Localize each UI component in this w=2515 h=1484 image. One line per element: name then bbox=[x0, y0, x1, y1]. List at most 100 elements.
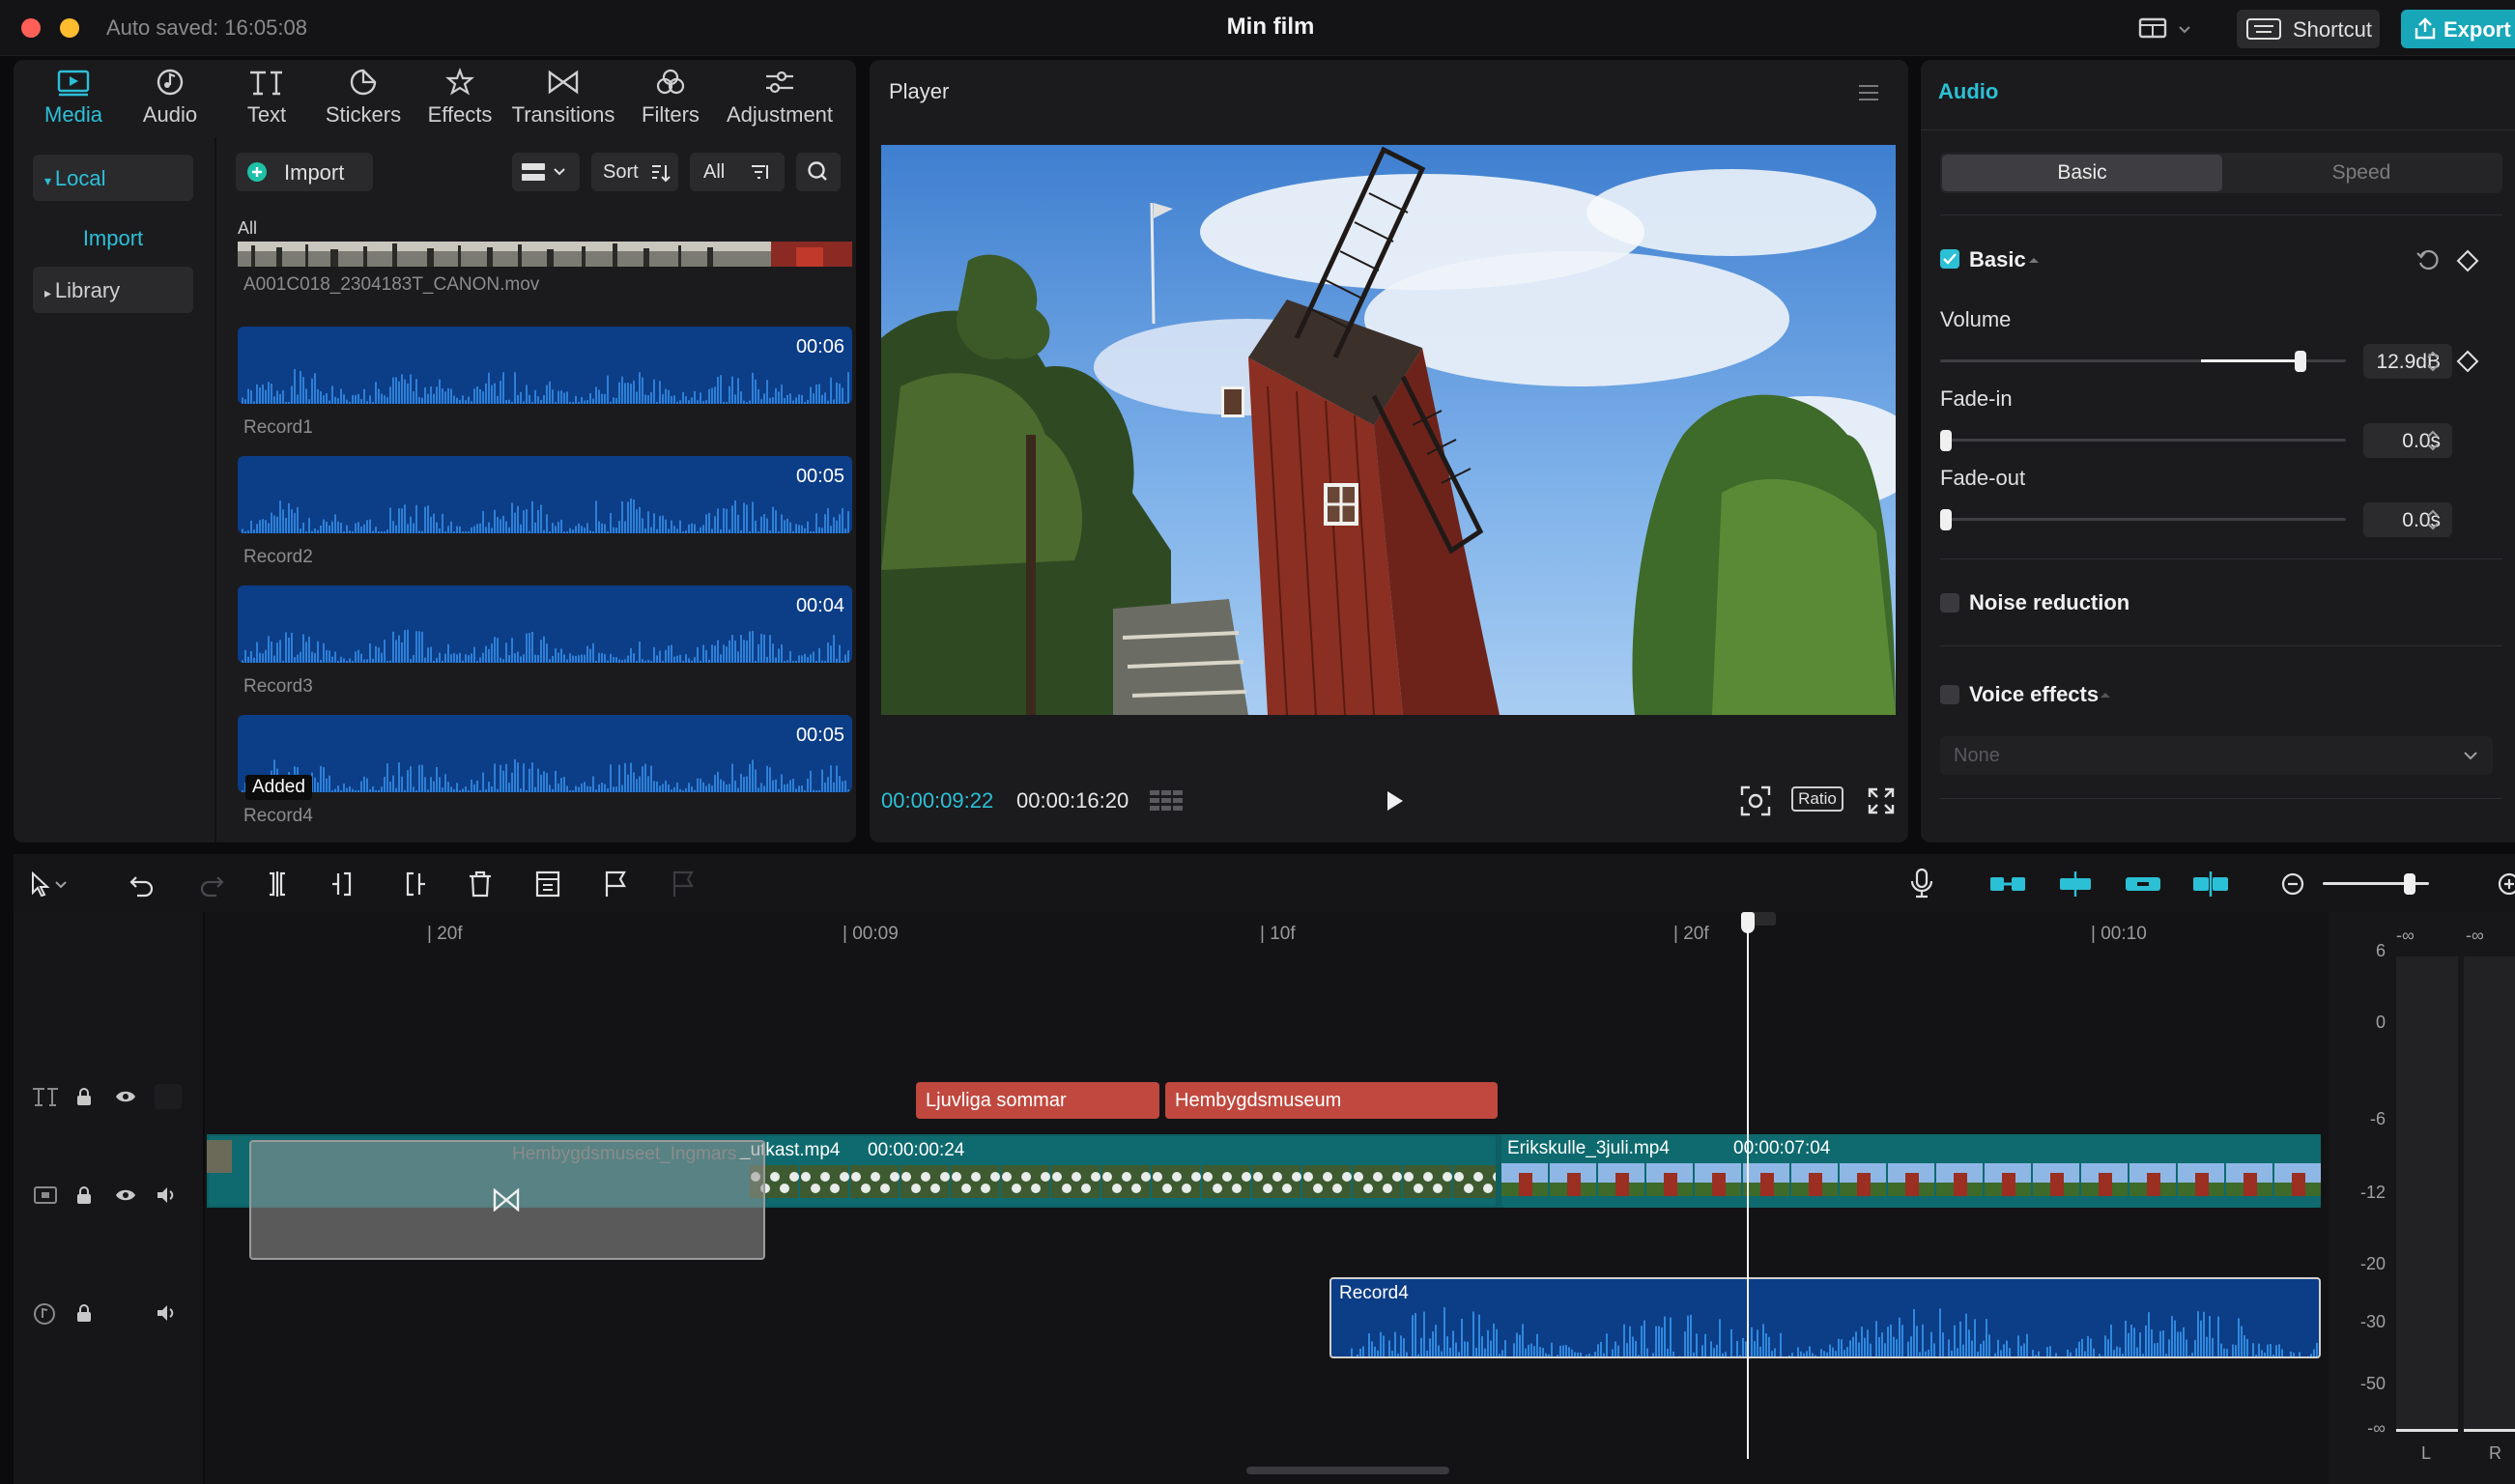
main-track-magnet-button[interactable] bbox=[1988, 870, 2027, 899]
view-mode-button[interactable] bbox=[512, 153, 580, 191]
video-preview[interactable] bbox=[881, 145, 1896, 715]
tab-text[interactable]: Text bbox=[218, 60, 315, 137]
import-button[interactable]: Import bbox=[236, 153, 373, 191]
snap-button[interactable] bbox=[2056, 870, 2095, 899]
tab-adjustment[interactable]: Adjustment bbox=[719, 60, 841, 137]
divider bbox=[1940, 645, 2502, 646]
hide-track-button[interactable] bbox=[114, 1184, 137, 1206]
audio-item-record3[interactable]: 00:04 bbox=[238, 585, 852, 663]
preview-axis-icon bbox=[2193, 871, 2228, 897]
volume-slider[interactable] bbox=[1940, 350, 2346, 373]
tab-filters[interactable]: Filters bbox=[622, 60, 719, 137]
slider-handle[interactable] bbox=[1940, 430, 1952, 451]
noise-reduction-checkbox[interactable] bbox=[1940, 593, 1959, 613]
fade-in-label: Fade-in bbox=[1940, 386, 2013, 411]
filter-button[interactable]: All bbox=[690, 153, 785, 191]
layout-menu-button[interactable] bbox=[2135, 14, 2199, 44]
fade-in-stepper[interactable] bbox=[2421, 423, 2444, 458]
select-tool-button[interactable] bbox=[27, 870, 71, 899]
voice-effect-select[interactable]: None bbox=[1940, 736, 2493, 775]
player-menu-button[interactable] bbox=[1857, 83, 1880, 102]
trim-right-button[interactable] bbox=[398, 870, 427, 899]
sidebar-item-library[interactable]: ▸ Library bbox=[33, 267, 193, 313]
video-clip-erikskulle[interactable]: Erikskulle_3juli.mp4 00:00:07:04 bbox=[1501, 1134, 2321, 1208]
trim-left-button[interactable] bbox=[330, 870, 359, 899]
tab-media[interactable]: Media bbox=[25, 60, 122, 137]
video-thumbnail-strip[interactable] bbox=[238, 242, 852, 267]
player-title: Player bbox=[889, 79, 950, 103]
slider-handle[interactable] bbox=[1940, 509, 1952, 530]
tab-speed[interactable]: Speed bbox=[2222, 155, 2501, 191]
collapse-voice-button[interactable] bbox=[2099, 688, 2112, 701]
sidebar-item-local[interactable]: ▾ Local bbox=[33, 155, 193, 201]
mute-track-button[interactable] bbox=[155, 1302, 178, 1324]
title-bar: Auto saved: 16:05:08 Min film Shortcut E… bbox=[0, 0, 2515, 56]
fade-out-stepper[interactable] bbox=[2421, 502, 2444, 537]
preview-axis-button[interactable] bbox=[2191, 870, 2230, 899]
sidebar-item-import[interactable]: Import bbox=[33, 214, 193, 261]
search-icon bbox=[808, 161, 827, 181]
close-window-button[interactable] bbox=[21, 18, 41, 38]
playhead-handle[interactable] bbox=[1741, 912, 1755, 933]
zoom-out-button[interactable] bbox=[2278, 870, 2307, 899]
meter-scale-label: -6 bbox=[2369, 1109, 2386, 1128]
basic-checkbox[interactable] bbox=[1940, 249, 1959, 269]
playhead[interactable] bbox=[1747, 912, 1749, 1459]
tab-stickers[interactable]: Stickers bbox=[315, 60, 412, 137]
reset-button[interactable] bbox=[2415, 247, 2441, 272]
linkage-button[interactable] bbox=[2124, 870, 2162, 899]
timeline-zoom-slider[interactable] bbox=[2323, 873, 2429, 895]
tab-basic[interactable]: Basic bbox=[1942, 155, 2222, 191]
record-voiceover-button[interactable] bbox=[1907, 868, 1936, 899]
tab-audio[interactable]: Audio bbox=[122, 60, 218, 137]
transition-icon bbox=[493, 1188, 520, 1212]
audio-item-record2[interactable]: 00:05 bbox=[238, 456, 852, 533]
delete-button[interactable] bbox=[466, 870, 495, 899]
marker-disabled-button[interactable] bbox=[669, 870, 698, 899]
lock-track-button[interactable] bbox=[73, 1086, 95, 1107]
lock-track-button[interactable] bbox=[73, 1184, 95, 1206]
shortcut-button[interactable]: Shortcut bbox=[2237, 10, 2380, 48]
slider-handle[interactable] bbox=[2295, 351, 2306, 372]
keyframe-volume-button[interactable] bbox=[2456, 350, 2479, 373]
fade-out-slider[interactable] bbox=[1940, 508, 2346, 531]
lock-track-button[interactable] bbox=[73, 1302, 95, 1324]
add-marker-button[interactable] bbox=[601, 870, 630, 899]
project-title[interactable]: Min film bbox=[1121, 14, 1420, 41]
text-clip-hembygdsmuseum[interactable]: Hembygdsmuseum bbox=[1165, 1082, 1498, 1119]
mute-track-button[interactable] bbox=[155, 1184, 178, 1206]
redo-button[interactable] bbox=[197, 870, 226, 899]
total-duration: 00:00:16:20 bbox=[1016, 788, 1129, 813]
tab-transitions[interactable]: Transitions bbox=[508, 60, 618, 137]
tab-effects[interactable]: Effects bbox=[412, 60, 508, 137]
ratio-button[interactable]: Ratio bbox=[1791, 786, 1843, 812]
audio-item-record4[interactable]: 00:05 bbox=[238, 715, 852, 792]
voice-effects-checkbox[interactable] bbox=[1940, 685, 1959, 704]
play-button[interactable] bbox=[1380, 786, 1409, 815]
time-ruler[interactable]: | 20f | 00:09 | 10f | 20f | 00:10 bbox=[207, 912, 2323, 951]
sort-button[interactable]: Sort bbox=[591, 153, 678, 191]
zoom-in-button[interactable] bbox=[2495, 870, 2515, 899]
transition-drag-overlay[interactable]: Hembygdsmuseet_Ingmars bbox=[249, 1140, 765, 1260]
video-clip-name: Erikskulle_3juli.mp4 bbox=[1507, 1138, 1670, 1158]
volume-stepper[interactable] bbox=[2421, 344, 2444, 379]
export-button[interactable]: Export bbox=[2401, 10, 2515, 48]
media-search-button[interactable] bbox=[796, 153, 841, 191]
plus-icon bbox=[247, 162, 267, 182]
fullscreen-button[interactable] bbox=[1867, 786, 1896, 815]
snapshot-button[interactable] bbox=[1739, 785, 1772, 817]
hide-track-button[interactable] bbox=[114, 1086, 137, 1107]
collapse-basic-button[interactable] bbox=[2027, 253, 2041, 267]
audio-item-record1[interactable]: 00:06 bbox=[238, 327, 852, 404]
keyframe-basic-button[interactable] bbox=[2456, 249, 2479, 272]
minimize-window-button[interactable] bbox=[60, 18, 79, 38]
slider-handle[interactable] bbox=[2404, 873, 2415, 895]
timecode-format-button[interactable] bbox=[1148, 788, 1185, 815]
split-button[interactable] bbox=[263, 870, 292, 899]
timeline-scrollbar[interactable] bbox=[1246, 1467, 1449, 1474]
freeze-frame-button[interactable] bbox=[533, 870, 562, 899]
text-clip-ljuvliga-sommar[interactable]: Ljuvliga sommar bbox=[916, 1082, 1159, 1119]
undo-button[interactable] bbox=[128, 870, 157, 899]
fade-in-slider[interactable] bbox=[1940, 429, 2346, 452]
audio-clip-record4[interactable]: Record4 bbox=[1329, 1277, 2321, 1358]
